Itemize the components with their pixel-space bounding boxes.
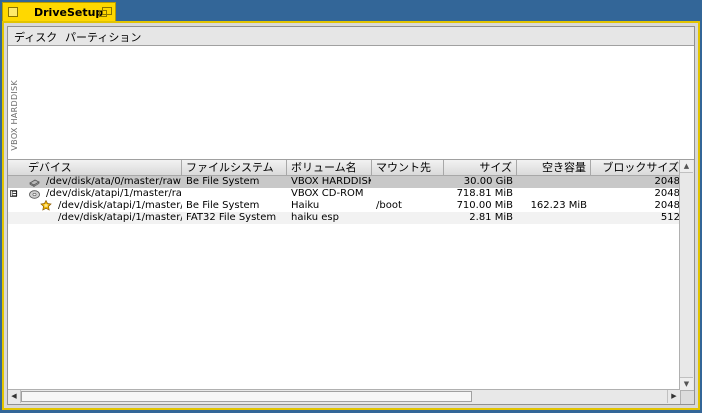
- window-title: DriveSetup: [34, 6, 104, 19]
- table-row[interactable]: ⊟ /dev/disk/atapi/1/master/raw VBOX CD-R…: [8, 188, 684, 200]
- free-space: 162.23 MiB: [530, 200, 587, 211]
- device-path: /dev/disk/ata/0/master/raw: [46, 176, 181, 187]
- volume-name: VBOX CD-ROM: [291, 188, 364, 199]
- column-size[interactable]: サイズ: [444, 160, 517, 175]
- menu-partition[interactable]: パーティション: [65, 29, 141, 45]
- table-row[interactable]: /dev/disk/atapi/1/master/1 FAT32 File Sy…: [8, 212, 684, 224]
- size: 710.00 MiB: [456, 200, 513, 211]
- block-size: 2048: [654, 188, 680, 199]
- scroll-right-icon[interactable]: ▶: [667, 390, 680, 403]
- size: 2.81 MiB: [469, 212, 513, 223]
- column-block-size[interactable]: ブロックサイズ: [591, 160, 684, 175]
- block-size: 2048: [654, 176, 680, 187]
- cd-rom-icon: [29, 190, 40, 199]
- device-path: /dev/disk/atapi/1/master/raw: [46, 188, 182, 199]
- filesystem: [186, 188, 286, 200]
- block-size: 2048: [654, 200, 680, 211]
- haiku-volume-icon: [40, 200, 52, 211]
- filesystem: Be File System: [186, 176, 260, 187]
- filesystem: FAT32 File System: [186, 212, 277, 223]
- volume-name: Haiku: [291, 200, 320, 211]
- size: 30.00 GiB: [463, 176, 513, 187]
- drivesetup-window: ディスク パーティション VBOX HARDDISK デバイス ファイルシステム…: [2, 21, 700, 410]
- column-volume-name[interactable]: ボリューム名: [287, 160, 372, 175]
- zoom-icon[interactable]: [99, 7, 112, 18]
- horizontal-scroll-thumb[interactable]: [21, 391, 472, 402]
- scroll-up-icon[interactable]: ▲: [680, 160, 693, 173]
- mount-point: /boot: [376, 200, 402, 211]
- size: 718.81 MiB: [456, 188, 513, 199]
- resize-corner[interactable]: [680, 390, 694, 404]
- window-tab[interactable]: DriveSetup: [2, 2, 116, 22]
- disk-layout-view[interactable]: VBOX HARDDISK: [8, 46, 694, 160]
- filesystem: Be File System: [186, 200, 260, 211]
- device-path: /dev/disk/atapi/1/master/1: [58, 212, 182, 223]
- collapse-icon[interactable]: ⊟: [10, 190, 18, 198]
- volume-name: haiku esp: [291, 212, 339, 223]
- table-row[interactable]: /dev/disk/ata/0/master/raw Be File Syste…: [8, 176, 684, 188]
- table-row[interactable]: /dev/disk/atapi/1/master/0 Be File Syste…: [8, 200, 684, 212]
- column-header: デバイス ファイルシステム ボリューム名 マウント先 サイズ 空き容量 ブロック…: [8, 160, 684, 176]
- volume-name: VBOX HARDDISK: [291, 176, 371, 187]
- block-size: 512: [660, 212, 680, 223]
- mount-point: [376, 176, 444, 188]
- vertical-scrollbar[interactable]: ▲ ▼: [679, 160, 694, 390]
- free-space: [517, 212, 587, 224]
- scroll-left-icon[interactable]: ◀: [8, 390, 21, 403]
- disk-label: VBOX HARDDISK: [10, 80, 19, 151]
- menu-bar: ディスク パーティション: [8, 27, 694, 46]
- close-icon[interactable]: [8, 7, 18, 17]
- column-mount-point[interactable]: マウント先: [372, 160, 444, 175]
- free-space: [517, 188, 587, 200]
- column-filesystem[interactable]: ファイルシステム: [182, 160, 287, 175]
- column-free-space[interactable]: 空き容量: [517, 160, 591, 175]
- scroll-down-icon[interactable]: ▼: [680, 377, 693, 390]
- mount-point: [376, 188, 444, 200]
- horizontal-scrollbar[interactable]: ◀ ▶: [8, 389, 680, 404]
- partition-list: デバイス ファイルシステム ボリューム名 マウント先 サイズ 空き容量 ブロック…: [8, 160, 694, 404]
- column-device[interactable]: デバイス: [8, 160, 182, 175]
- device-path: /dev/disk/atapi/1/master/0: [58, 200, 182, 211]
- menu-disk[interactable]: ディスク: [14, 29, 57, 45]
- mount-point: [376, 212, 444, 224]
- hard-disk-icon: [29, 179, 40, 187]
- window-content: ディスク パーティション VBOX HARDDISK デバイス ファイルシステム…: [7, 26, 695, 405]
- free-space: [517, 176, 587, 188]
